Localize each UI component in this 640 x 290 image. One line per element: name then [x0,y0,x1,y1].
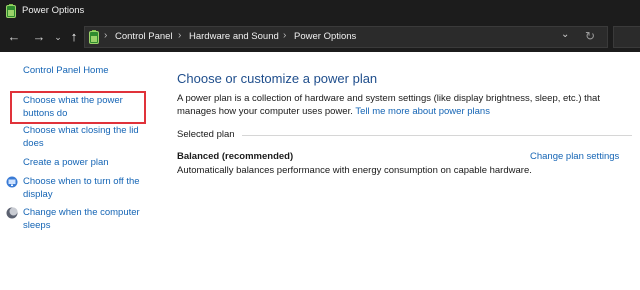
power-battery-icon [89,30,99,44]
closing-lid-link[interactable]: Choose what closing the lid does [23,125,143,150]
forward-arrow-icon[interactable]: → [31,28,47,46]
back-arrow-icon[interactable]: ← [6,28,22,46]
breadcrumb-separator[interactable]: › [283,30,286,41]
up-arrow-icon[interactable]: ↑ [66,28,82,46]
refresh-icon[interactable]: ↻ [585,29,595,43]
page-title: Choose or customize a power plan [177,71,378,86]
control-panel-home-link[interactable]: Control Panel Home [23,65,109,78]
address-dropdown-icon[interactable]: ⌄ [561,29,569,40]
monitor-icon [6,176,18,188]
power-battery-icon [6,4,16,18]
breadcrumb-power-options[interactable]: Power Options [294,31,356,42]
breadcrumb-control-panel[interactable]: Control Panel [115,31,173,42]
window-title: Power Options [22,5,85,16]
breadcrumb-hardware-and-sound[interactable]: Hardware and Sound [189,31,279,42]
recent-locations-chevron-icon[interactable]: ⌄ [52,28,64,46]
navigation-bar: ← → ⌄ ↑ › Control Panel › Hardware and S… [0,22,640,52]
page-description: A power plan is a collection of hardware… [177,93,617,118]
more-about-power-plans-link[interactable]: Tell me more about power plans [355,106,490,117]
search-input[interactable] [613,26,640,48]
computer-sleeps-link[interactable]: Change when the computer sleeps [23,207,145,232]
plan-description: Automatically balances performance with … [177,165,532,176]
create-power-plan-link[interactable]: Create a power plan [23,157,109,170]
plan-name: Balanced (recommended) [177,151,294,162]
turn-off-display-link[interactable]: Choose when to turn off the display [23,176,145,201]
power-buttons-link[interactable]: Choose what the power buttons do [23,95,141,120]
section-divider [242,135,632,136]
address-bar[interactable]: › Control Panel › Hardware and Sound › P… [84,26,608,48]
change-plan-settings-link[interactable]: Change plan settings [530,151,619,162]
title-bar: Power Options [0,0,640,22]
moon-icon [6,207,18,219]
breadcrumb-separator[interactable]: › [178,30,181,41]
selected-plan-label: Selected plan [177,129,235,140]
breadcrumb-separator: › [104,30,108,41]
